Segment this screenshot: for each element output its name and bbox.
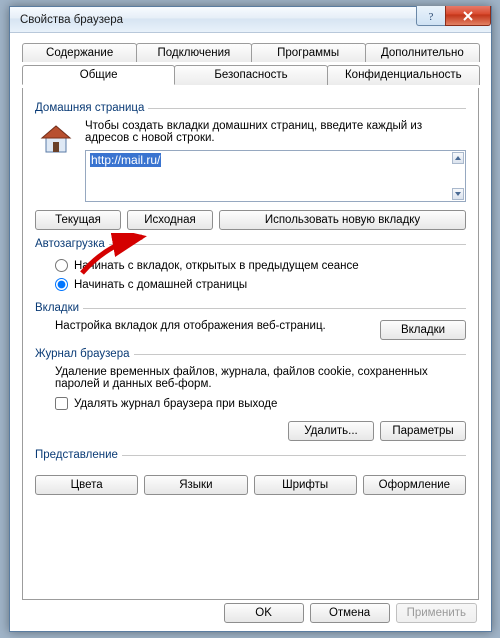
scroll-down-button[interactable] xyxy=(452,188,464,200)
tab-security[interactable]: Безопасность xyxy=(174,65,327,85)
tabs-desc: Настройка вкладок для отображения веб-ст… xyxy=(55,320,370,332)
tab-connections[interactable]: Подключения xyxy=(136,43,251,62)
chevron-down-icon xyxy=(455,192,461,196)
tabs-settings-button[interactable]: Вкладки xyxy=(380,320,466,340)
startup-home-label: Начинать с домашней страницы xyxy=(74,279,247,291)
close-button[interactable] xyxy=(445,6,491,26)
delete-on-exit-option[interactable]: Удалять журнал браузера при выходе xyxy=(35,394,466,413)
startup-last-session-option[interactable]: Начинать с вкладок, открытых в предыдуще… xyxy=(35,256,466,275)
use-current-button[interactable]: Текущая xyxy=(35,210,121,230)
group-startup: Автозагрузка Начинать с вкладок, открыты… xyxy=(35,238,466,294)
startup-homepage-option[interactable]: Начинать с домашней страницы xyxy=(35,275,466,294)
ok-button[interactable]: OK xyxy=(224,603,304,623)
delete-on-exit-label: Удалять журнал браузера при выходе xyxy=(74,398,277,410)
group-appearance: Представление Цвета Языки Шрифты Оформле… xyxy=(35,449,466,495)
tab-programs[interactable]: Программы xyxy=(251,43,366,62)
group-history: Журнал браузера Удаление временных файло… xyxy=(35,348,466,441)
window-buttons: ? xyxy=(417,6,491,26)
homepage-hint: Чтобы создать вкладки домашних страниц, … xyxy=(85,120,466,144)
delete-on-exit-checkbox[interactable] xyxy=(55,397,68,410)
group-history-legend: Журнал браузера xyxy=(35,348,134,360)
group-startup-legend: Автозагрузка xyxy=(35,238,109,250)
dialog-footer: OK Отмена Применить xyxy=(224,603,477,623)
tab-advanced[interactable]: Дополнительно xyxy=(365,43,480,62)
tab-content[interactable]: Содержание xyxy=(22,43,137,62)
tab-panel-general: Домашняя страница Чтобы создать вкладки … xyxy=(22,88,479,600)
client-area: Содержание Подключения Программы Дополни… xyxy=(10,33,491,610)
history-desc: Удаление временных файлов, журнала, файл… xyxy=(35,366,466,394)
tab-privacy[interactable]: Конфиденциальность xyxy=(327,65,480,85)
tab-general[interactable]: Общие xyxy=(22,65,175,85)
accessibility-button[interactable]: Оформление xyxy=(363,475,466,495)
homepage-url-input[interactable]: http://mail.ru/ xyxy=(85,150,466,202)
startup-last-label: Начинать с вкладок, открытых в предыдуще… xyxy=(74,260,359,272)
fonts-button[interactable]: Шрифты xyxy=(254,475,357,495)
group-tabs: Вкладки Настройка вкладок для отображени… xyxy=(35,302,466,340)
home-icon xyxy=(35,120,77,202)
cancel-button[interactable]: Отмена xyxy=(310,603,390,623)
group-tabs-legend: Вкладки xyxy=(35,302,83,314)
use-default-button[interactable]: Исходная xyxy=(127,210,213,230)
help-button[interactable]: ? xyxy=(416,6,446,26)
close-icon xyxy=(462,11,474,21)
history-settings-button[interactable]: Параметры xyxy=(380,421,466,441)
help-icon: ? xyxy=(426,10,436,22)
use-newtab-button[interactable]: Использовать новую вкладку xyxy=(219,210,466,230)
colors-button[interactable]: Цвета xyxy=(35,475,138,495)
tab-strip: Содержание Подключения Программы Дополни… xyxy=(22,43,479,88)
group-homepage-legend: Домашняя страница xyxy=(35,102,148,114)
titlebar: Свойства браузера ? xyxy=(10,7,491,33)
group-appearance-legend: Представление xyxy=(35,449,122,461)
homepage-url-value: http://mail.ru/ xyxy=(90,153,161,167)
startup-last-radio[interactable] xyxy=(55,259,68,272)
scroll-up-button[interactable] xyxy=(452,152,464,164)
startup-home-radio[interactable] xyxy=(55,278,68,291)
group-homepage: Домашняя страница Чтобы создать вкладки … xyxy=(35,102,466,230)
svg-text:?: ? xyxy=(429,11,434,22)
window-title: Свойства браузера xyxy=(20,14,123,26)
languages-button[interactable]: Языки xyxy=(144,475,247,495)
apply-button[interactable]: Применить xyxy=(396,603,477,623)
chevron-up-icon xyxy=(455,156,461,160)
dialog-window: Свойства браузера ? Содержание Подключен… xyxy=(9,6,492,632)
delete-history-button[interactable]: Удалить... xyxy=(288,421,374,441)
